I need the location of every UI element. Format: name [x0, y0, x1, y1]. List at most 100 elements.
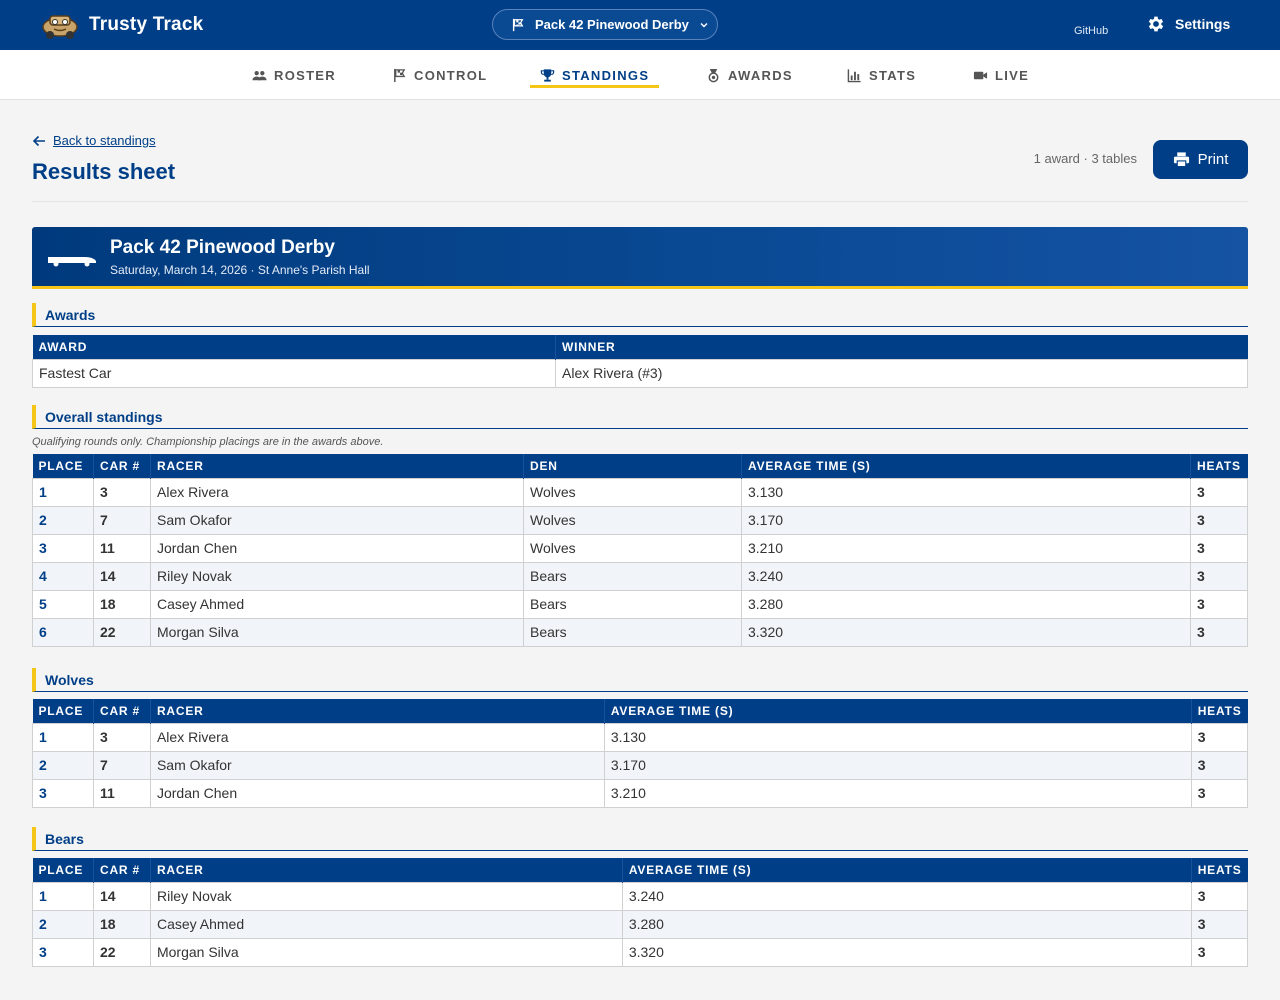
- racer-cell: Jordan Chen: [150, 533, 524, 563]
- racer-cell: Sam Okafor: [149, 750, 605, 780]
- column-header: WINNER: [555, 335, 1248, 359]
- racer-cell: Riley Novak: [150, 561, 524, 591]
- car-number-cell: 3: [93, 477, 151, 507]
- tab-roster[interactable]: ROSTER: [252, 50, 336, 100]
- heats-cell: 3: [1190, 617, 1248, 647]
- page-title: Results sheet: [32, 159, 176, 184]
- back-link-label: Back to standings: [53, 133, 156, 148]
- column-header: CAR #: [93, 454, 151, 478]
- car-number-cell: 7: [93, 505, 151, 535]
- racer-cell: Sam Okafor: [150, 505, 524, 535]
- brand[interactable]: Trusty Track: [0, 10, 203, 40]
- event-banner: Pack 42 Pinewood Derby Saturday, March 1…: [32, 227, 1248, 289]
- car-number-cell: 7: [92, 750, 151, 780]
- average-time-cell: 3.280: [621, 909, 1192, 939]
- place-cell: 3: [32, 533, 94, 563]
- average-time-cell: 3.130: [741, 477, 1191, 507]
- settings-button[interactable]: Settings: [1146, 14, 1230, 34]
- place-cell: 3: [32, 778, 94, 808]
- place-cell: 1: [32, 881, 94, 911]
- column-header: AVERAGE TIME (S): [604, 699, 1192, 723]
- gear-icon: [1148, 16, 1164, 32]
- video-icon: [973, 71, 988, 79]
- heats-cell: 3: [1190, 533, 1248, 563]
- table-row: 2 7 Sam Okafor Wolves 3.170 3: [32, 505, 1248, 535]
- back-to-standings-link[interactable]: Back to standings: [32, 133, 156, 148]
- table-row: 2 7 Sam Okafor 3.170 3: [32, 750, 1249, 780]
- standings-note: Qualifying rounds only. Championship pla…: [32, 436, 384, 448]
- table-row: 2 18 Casey Ahmed 3.280 3: [32, 909, 1249, 939]
- car-number-cell: 18: [92, 909, 151, 939]
- tab-stats[interactable]: STATS: [847, 50, 916, 100]
- tab-control-label: CONTROL: [414, 67, 488, 83]
- table-row: 3 22 Morgan Silva 3.320 3: [32, 937, 1249, 967]
- column-header: PLACE: [32, 699, 94, 723]
- tab-live[interactable]: LIVE: [973, 50, 1029, 100]
- column-header: DEN: [523, 454, 742, 478]
- column-header: CAR #: [93, 858, 151, 882]
- average-time-cell: 3.130: [603, 722, 1192, 752]
- car-number-cell: 11: [92, 778, 151, 808]
- average-time-cell: 3.240: [621, 881, 1192, 911]
- table-row: 3 11 Jordan Chen 3.210 3: [32, 778, 1249, 808]
- chevron-down-icon: [700, 22, 708, 27]
- column-header: RACER: [150, 454, 524, 478]
- car-number-cell: 3: [92, 722, 151, 752]
- column-header: AVERAGE TIME (S): [741, 454, 1191, 478]
- table-row: 1 3 Alex Rivera Wolves 3.130 3: [32, 477, 1248, 507]
- car-logo-icon: [42, 15, 78, 39]
- column-header: AWARD: [32, 335, 556, 359]
- average-time-cell: 3.240: [741, 561, 1191, 591]
- tab-stats-label: STATS: [869, 67, 917, 83]
- tab-control[interactable]: CONTROL: [392, 50, 487, 100]
- table-row: 5 18 Casey Ahmed Bears 3.280 3: [32, 589, 1248, 619]
- heats-cell: 3: [1190, 722, 1249, 752]
- awards-section: Awards AWARD WINNER Fastest Car Alex Riv…: [32, 303, 1248, 388]
- place-cell: 2: [32, 909, 94, 939]
- column-header: CAR #: [93, 699, 151, 723]
- main-tabs: ROSTER CONTROL STANDINGS AWARDS STATS LI…: [0, 50, 1280, 100]
- heats-cell: 3: [1190, 937, 1249, 967]
- tab-standings-label: STANDINGS: [562, 67, 650, 83]
- trophy-icon: [540, 68, 555, 82]
- table-row: Fastest Car Alex Rivera (#3): [32, 358, 1248, 388]
- column-header: RACER: [150, 858, 623, 882]
- place-cell: 2: [32, 505, 94, 535]
- den-cell: Bears: [523, 589, 742, 619]
- car-number-cell: 22: [93, 617, 151, 647]
- tab-awards-label: AWARDS: [728, 67, 793, 83]
- section-heading: Overall standings: [32, 405, 1248, 429]
- racer-cell: Morgan Silva: [149, 937, 623, 967]
- event-selector-label: Pack 42 Pinewood Derby: [535, 17, 689, 32]
- place-cell: 2: [32, 750, 94, 780]
- event-selector[interactable]: Pack 42 Pinewood Derby: [492, 9, 718, 40]
- average-time-cell: 3.210: [741, 533, 1191, 563]
- page-header: Back to standings Results sheet 1 award …: [32, 132, 1248, 202]
- app-bar: Trusty Track Pack 42 Pinewood Derby GitH…: [0, 0, 1280, 50]
- print-button[interactable]: Print: [1153, 140, 1248, 179]
- github-link[interactable]: GitHub: [1074, 25, 1108, 37]
- den-cell: Wolves: [523, 477, 742, 507]
- place-cell: 1: [32, 477, 94, 507]
- award-name: Fastest Car: [32, 358, 556, 388]
- column-header: PLACE: [32, 858, 94, 882]
- settings-label: Settings: [1175, 16, 1231, 32]
- average-time-cell: 3.320: [621, 937, 1192, 967]
- tab-awards[interactable]: AWARDS: [706, 50, 793, 100]
- app-name: Trusty Track: [89, 14, 204, 35]
- car-number-cell: 22: [92, 937, 151, 967]
- place-cell: 4: [32, 561, 94, 591]
- den-cell: Bears: [523, 617, 742, 647]
- heats-cell: 3: [1190, 881, 1249, 911]
- event-subtitle: Saturday, March 14, 2026 · St Anne's Par…: [110, 263, 370, 277]
- group-icon: [252, 70, 267, 80]
- print-label: Print: [1197, 151, 1229, 168]
- tab-standings[interactable]: STANDINGS: [529, 50, 660, 100]
- bar-chart-icon: [847, 68, 861, 82]
- bears-section: Bears PLACE CAR # RACER AVERAGE TIME (S) HEA…: [32, 827, 1249, 967]
- average-time-cell: 3.320: [741, 617, 1191, 647]
- flag-icon: [512, 18, 524, 31]
- racer-cell: Morgan Silva: [150, 617, 524, 647]
- column-header: RACER: [150, 699, 605, 723]
- summary-counts: 1 award · 3 tables: [1033, 151, 1137, 166]
